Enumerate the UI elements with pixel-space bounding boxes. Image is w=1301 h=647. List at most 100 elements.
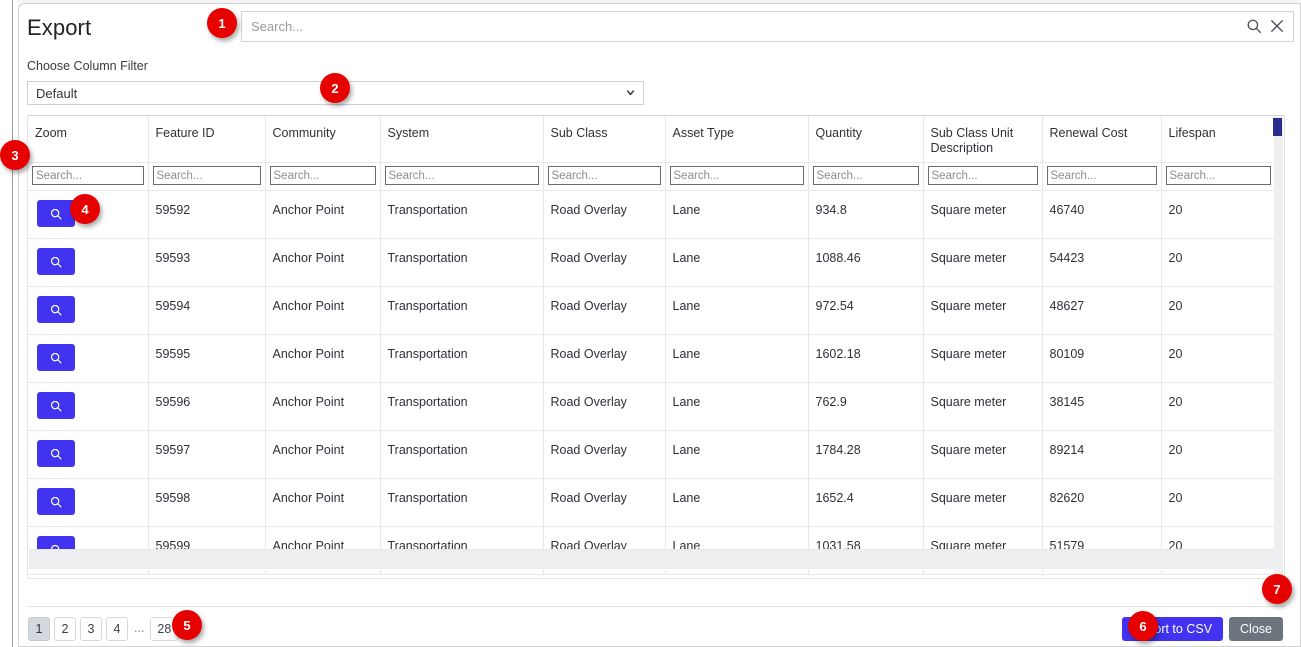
column-search-quantity[interactable] — [812, 166, 919, 185]
page-left-divider — [12, 0, 13, 647]
close-icon[interactable] — [1268, 17, 1286, 35]
cell-feature-id: 59595 — [148, 334, 266, 383]
column-search-unit-desc[interactable] — [927, 166, 1038, 185]
cell-quantity: 1602.18 — [808, 334, 924, 383]
column-header-renewal-cost[interactable]: Renewal Cost — [1042, 116, 1162, 163]
search-icon[interactable] — [1245, 17, 1263, 35]
cell-quantity: 934.8 — [808, 190, 924, 239]
zoom-row-button[interactable] — [37, 488, 75, 515]
cell-asset-type: Lane — [665, 286, 809, 335]
filter-cell-asset-type — [665, 162, 809, 191]
cell-community: Anchor Point — [265, 382, 381, 431]
cell-quantity: 1088.46 — [808, 238, 924, 287]
cell-zoom — [28, 238, 149, 287]
cell-quantity: 1784.28 — [808, 430, 924, 479]
cell-lifespan: 20 — [1161, 286, 1276, 335]
pagination-ellipsis: ... — [134, 621, 145, 635]
column-header-system[interactable]: System — [380, 116, 544, 163]
cell-system: Transportation — [380, 190, 544, 239]
export-dialog-page: Export Choose Column Filter — [0, 0, 1301, 647]
page-button-1[interactable]: 1 — [28, 617, 50, 641]
cell-lifespan: 20 — [1161, 238, 1276, 287]
column-header-quantity[interactable]: Quantity — [808, 116, 924, 163]
search-input[interactable] — [241, 11, 1294, 42]
cell-renewal-cost: 46740 — [1042, 190, 1162, 239]
cell-quantity: 762.9 — [808, 382, 924, 431]
column-header-unit-desc[interactable]: Sub Class Unit Description — [923, 116, 1043, 163]
column-header-zoom[interactable]: Zoom — [28, 116, 149, 163]
filter-cell-quantity — [808, 162, 924, 191]
cell-community: Anchor Point — [265, 190, 381, 239]
zoom-row-button[interactable] — [37, 344, 75, 371]
zoom-row-button[interactable] — [37, 200, 75, 227]
filter-cell-zoom — [28, 162, 149, 191]
cell-asset-type: Lane — [665, 334, 809, 383]
cell-system: Transportation — [380, 334, 544, 383]
search-icon — [49, 255, 63, 269]
annotation-badge-4: 4 — [70, 194, 100, 224]
cell-system: Transportation — [380, 478, 544, 527]
filter-cell-lifespan — [1161, 162, 1276, 191]
column-header-feature-id[interactable]: Feature ID — [148, 116, 266, 163]
cell-asset-type: Lane — [665, 430, 809, 479]
cell-renewal-cost: 54423 — [1042, 238, 1162, 287]
column-search-system[interactable] — [384, 166, 539, 185]
page-button-4[interactable]: 4 — [106, 617, 128, 641]
annotation-badge-7: 7 — [1262, 574, 1292, 604]
table-row: 59596 Anchor Point Transportation Road Over… — [28, 382, 1276, 431]
cell-feature-id: 59598 — [148, 478, 266, 527]
table-vertical-scrollbar-thumb[interactable] — [1273, 118, 1282, 136]
cell-community: Anchor Point — [265, 478, 381, 527]
cell-lifespan: 20 — [1161, 382, 1276, 431]
cell-renewal-cost: 89214 — [1042, 430, 1162, 479]
close-button[interactable]: Close — [1229, 617, 1283, 641]
cell-feature-id: 59594 — [148, 286, 266, 335]
column-search-renewal-cost[interactable] — [1046, 166, 1157, 185]
filter-cell-community — [265, 162, 381, 191]
table-row: 59595 Anchor Point Transportation Road Over… — [28, 334, 1276, 383]
column-search-sub-class[interactable] — [547, 166, 661, 185]
export-modal: Export Choose Column Filter — [18, 3, 1301, 647]
table-scroll-container[interactable]: Zoom Feature ID Community System Sub Cla… — [27, 115, 1285, 579]
table-header-row: Zoom Feature ID Community System Sub Cla… — [28, 116, 1276, 163]
cell-community: Anchor Point — [265, 334, 381, 383]
cell-system: Transportation — [380, 286, 544, 335]
cell-community: Anchor Point — [265, 286, 381, 335]
annotation-badge-3: 3 — [0, 140, 30, 170]
search-icon — [49, 447, 63, 461]
zoom-row-button[interactable] — [37, 248, 75, 275]
search-icon — [49, 351, 63, 365]
cell-sub-class: Road Overlay — [543, 382, 666, 431]
table-row: 59592 Anchor Point Transportation Road Over… — [28, 190, 1276, 239]
cell-community: Anchor Point — [265, 430, 381, 479]
column-search-asset-type[interactable] — [669, 166, 804, 185]
table-head: Zoom Feature ID Community System Sub Cla… — [28, 116, 1276, 191]
cell-community: Anchor Point — [265, 238, 381, 287]
page-button-3[interactable]: 3 — [80, 617, 102, 641]
search-icon — [49, 495, 63, 509]
filter-cell-sub-class — [543, 162, 666, 191]
column-search-community[interactable] — [269, 166, 376, 185]
table-vertical-scrollbar[interactable] — [1273, 117, 1283, 578]
cell-lifespan: 20 — [1161, 478, 1276, 527]
cell-zoom — [28, 382, 149, 431]
cell-feature-id: 59593 — [148, 238, 266, 287]
column-search-feature-id[interactable] — [152, 166, 261, 185]
table-filter-row — [28, 162, 1276, 191]
cell-renewal-cost: 48627 — [1042, 286, 1162, 335]
cell-lifespan: 20 — [1161, 334, 1276, 383]
column-search-lifespan[interactable] — [1165, 166, 1271, 185]
zoom-row-button[interactable] — [37, 392, 75, 419]
cell-asset-type: Lane — [665, 190, 809, 239]
zoom-row-button[interactable] — [37, 296, 75, 323]
footer-divider — [27, 606, 1285, 607]
column-header-asset-type[interactable]: Asset Type — [665, 116, 809, 163]
column-header-community[interactable]: Community — [265, 116, 381, 163]
column-header-sub-class[interactable]: Sub Class — [543, 116, 666, 163]
cell-sub-class: Road Overlay — [543, 238, 666, 287]
page-button-2[interactable]: 2 — [54, 617, 76, 641]
zoom-row-button[interactable] — [37, 440, 75, 467]
cell-sub-class: Road Overlay — [543, 430, 666, 479]
column-search-zoom[interactable] — [32, 166, 144, 185]
column-header-lifespan[interactable]: Lifespan — [1161, 116, 1276, 163]
